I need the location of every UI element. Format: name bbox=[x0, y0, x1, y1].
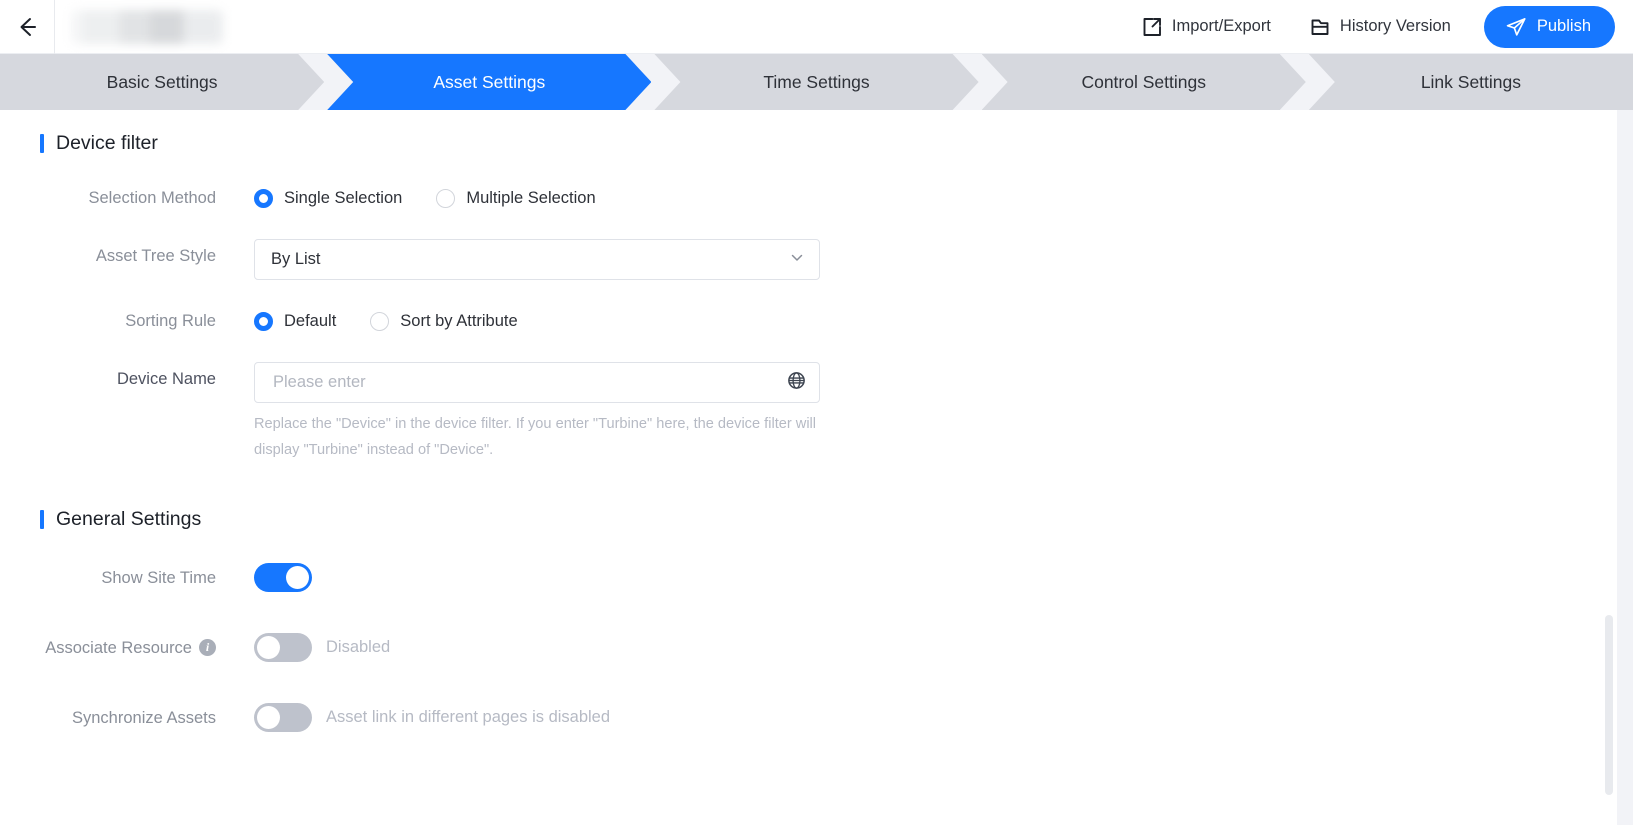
tab-label: Basic Settings bbox=[106, 71, 218, 92]
show-site-time-field bbox=[254, 561, 1617, 595]
radio-sort-by-attribute[interactable]: Sort by Attribute bbox=[370, 311, 518, 331]
radio-icon-checked bbox=[254, 188, 273, 208]
radio-icon-unchecked bbox=[370, 311, 390, 331]
globe-icon[interactable] bbox=[787, 371, 806, 395]
scrollbar-thumb[interactable] bbox=[1605, 615, 1613, 795]
radio-label: Multiple Selection bbox=[466, 188, 596, 207]
sorting-rule-field: Default Sort by Attribute bbox=[254, 304, 1617, 338]
radio-single-selection[interactable]: Single Selection bbox=[254, 188, 403, 208]
section-title: General Settings bbox=[56, 507, 202, 530]
section-accent-bar bbox=[40, 134, 44, 153]
radio-label: Sort by Attribute bbox=[400, 311, 518, 330]
show-site-time-line bbox=[254, 561, 1617, 595]
import-export-icon bbox=[1141, 16, 1163, 38]
form-row-selection-method: Selection Method Single Selection Multip… bbox=[0, 181, 1617, 215]
tab-control-settings[interactable]: Control Settings bbox=[982, 54, 1306, 110]
general-settings-section-header: General Settings bbox=[40, 508, 1617, 531]
settings-panel: Device filter Selection Method Single Se… bbox=[0, 110, 1617, 825]
history-version-button[interactable]: History Version bbox=[1290, 7, 1470, 47]
toolbar-divider bbox=[54, 0, 55, 54]
associate-resource-status: Disabled bbox=[326, 638, 391, 657]
vertical-scrollbar[interactable] bbox=[1605, 110, 1613, 825]
synchronize-assets-toggle[interactable] bbox=[254, 703, 312, 733]
radio-icon-unchecked bbox=[436, 188, 456, 208]
asset-tree-style-field: By List bbox=[254, 239, 1617, 280]
toggle-knob bbox=[257, 636, 280, 660]
section-title: Device filter bbox=[56, 132, 158, 154]
document-title-redacted[interactable] bbox=[71, 9, 223, 44]
settings-scroll-area: Device filter Selection Method Single Se… bbox=[0, 110, 1617, 825]
associate-resource-field: Disabled bbox=[254, 631, 1617, 665]
form-row-device-name: Device Name Replace the "Device" in the … bbox=[0, 362, 1617, 464]
show-site-time-label: Show Site Time bbox=[101, 568, 216, 587]
form-row-synchronize-assets: Synchronize Assets Asset link in differe… bbox=[0, 701, 1617, 735]
sorting-rule-label: Sorting Rule bbox=[125, 312, 216, 330]
device-name-input[interactable] bbox=[271, 363, 775, 402]
synchronize-assets-label: Synchronize Assets bbox=[72, 708, 216, 727]
info-icon[interactable]: i bbox=[199, 639, 216, 657]
asset-tree-style-value: By List bbox=[271, 250, 321, 268]
publish-label: Publish bbox=[1536, 17, 1591, 35]
send-icon bbox=[1505, 16, 1527, 38]
selection-method-label: Selection Method bbox=[88, 189, 217, 207]
tab-label: Asset Settings bbox=[433, 71, 546, 92]
tab-label: Time Settings bbox=[763, 71, 870, 92]
back-button[interactable] bbox=[0, 0, 54, 54]
tab-asset-settings[interactable]: Asset Settings bbox=[327, 54, 651, 110]
tab-time-settings[interactable]: Time Settings bbox=[654, 54, 978, 110]
selection-method-field: Single Selection Multiple Selection bbox=[254, 181, 1617, 215]
form-row-sorting-rule: Sorting Rule Default Sort by Attribute bbox=[0, 304, 1617, 338]
synchronize-assets-line: Asset link in different pages is disable… bbox=[254, 701, 1617, 735]
radio-multiple-selection[interactable]: Multiple Selection bbox=[436, 188, 596, 208]
form-row-show-site-time: Show Site Time bbox=[0, 561, 1617, 595]
tab-basic-settings[interactable]: Basic Settings bbox=[0, 54, 324, 110]
form-row-associate-resource: Associate Resource i Disabled bbox=[0, 631, 1617, 665]
device-name-label: Device Name bbox=[116, 370, 216, 388]
import-export-button[interactable]: Import/Export bbox=[1122, 7, 1290, 47]
sorting-rule-radio-group: Default Sort by Attribute bbox=[254, 304, 1617, 338]
radio-label: Default bbox=[284, 311, 337, 330]
chevron-down-icon bbox=[789, 249, 805, 270]
tab-link-settings[interactable]: Link Settings bbox=[1308, 54, 1633, 110]
tab-label: Link Settings bbox=[1420, 71, 1522, 92]
synchronize-assets-field: Asset link in different pages is disable… bbox=[254, 701, 1617, 735]
show-site-time-toggle[interactable] bbox=[254, 563, 312, 593]
associate-resource-label: Associate Resource bbox=[45, 638, 192, 657]
folder-icon bbox=[1309, 16, 1331, 38]
device-name-helper-text: Replace the "Device" in the device filte… bbox=[254, 416, 817, 458]
radio-label: Single Selection bbox=[284, 188, 403, 207]
associate-resource-label-wrapper: Associate Resource i bbox=[0, 631, 254, 665]
associate-resource-toggle[interactable] bbox=[254, 633, 312, 663]
device-name-input-wrapper bbox=[254, 362, 820, 403]
asset-tree-style-select[interactable]: By List bbox=[254, 239, 820, 280]
device-name-field: Replace the "Device" in the device filte… bbox=[254, 362, 1617, 464]
top-bar: Import/Export History Version Publish bbox=[0, 0, 1633, 54]
form-row-asset-tree-style: Asset Tree Style By List bbox=[0, 239, 1617, 280]
selection-method-radio-group: Single Selection Multiple Selection bbox=[254, 181, 1617, 215]
import-export-label: Import/Export bbox=[1171, 17, 1271, 35]
publish-button[interactable]: Publish bbox=[1483, 5, 1615, 48]
section-accent-bar bbox=[40, 509, 44, 529]
radio-default[interactable]: Default bbox=[254, 311, 337, 331]
asset-tree-style-label: Asset Tree Style bbox=[95, 247, 216, 265]
settings-step-tabs: Basic Settings Asset Settings Time Setti… bbox=[0, 54, 1633, 110]
toggle-knob bbox=[257, 706, 280, 730]
toggle-knob bbox=[286, 566, 309, 590]
radio-icon-checked bbox=[254, 311, 273, 331]
toolbar-actions: Import/Export History Version Publish bbox=[1122, 5, 1633, 48]
content-wrapper: Device filter Selection Method Single Se… bbox=[0, 110, 1633, 825]
history-version-label: History Version bbox=[1339, 17, 1451, 35]
arrow-left-icon bbox=[14, 14, 40, 40]
associate-resource-line: Disabled bbox=[254, 631, 1617, 665]
device-filter-section-header: Device filter bbox=[40, 132, 1617, 155]
synchronize-assets-status: Asset link in different pages is disable… bbox=[326, 708, 611, 727]
tab-label: Control Settings bbox=[1081, 71, 1206, 92]
